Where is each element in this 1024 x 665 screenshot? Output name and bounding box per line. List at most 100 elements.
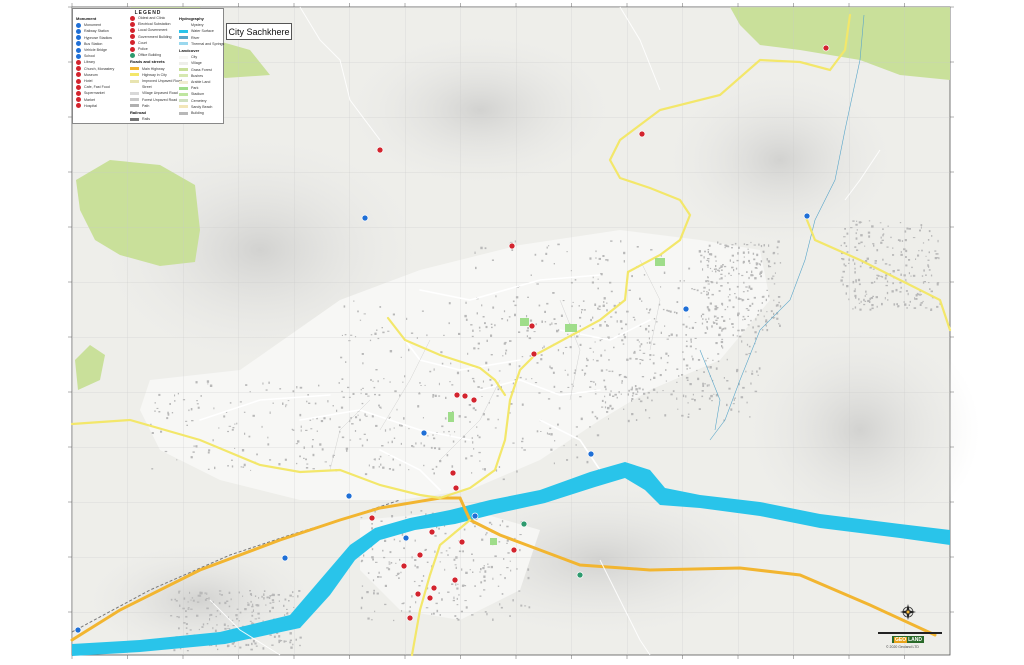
poi-marker-icon[interactable] [368,514,376,522]
poi-marker-icon[interactable] [803,212,811,220]
building [242,466,245,468]
building [360,388,362,391]
poi-marker-icon[interactable] [376,146,384,154]
building [503,310,506,313]
building [715,319,718,321]
building [394,390,397,393]
building [715,307,718,310]
building [245,384,248,386]
building [641,376,645,378]
building [392,313,395,316]
building [859,221,861,223]
poi-marker-icon[interactable] [822,44,830,52]
building [900,253,903,256]
legend-symbol [76,41,81,47]
building [415,601,417,604]
building [897,305,900,308]
poi-marker-icon[interactable] [528,322,536,330]
building [193,445,196,447]
building [582,300,585,302]
legend-symbol [76,47,81,53]
building [772,251,776,254]
poi-marker-icon[interactable] [345,492,353,500]
poi-marker-icon[interactable] [430,584,438,592]
building [579,396,582,398]
building [426,435,429,437]
building [411,445,414,447]
poi-marker-icon[interactable] [451,576,459,584]
building [494,427,497,429]
poi-marker-icon[interactable] [470,396,478,404]
building [269,411,271,414]
building [451,384,454,386]
building [724,247,726,249]
poi-marker-icon[interactable] [453,391,461,399]
poi-marker-icon[interactable] [400,562,408,570]
poi-marker-icon[interactable] [530,350,538,358]
poi-marker-icon[interactable] [428,528,436,536]
poi-marker-icon[interactable] [281,554,289,562]
building [219,613,221,615]
building [256,453,258,456]
poi-marker-icon[interactable] [402,534,410,542]
building [381,445,384,447]
building [408,348,410,352]
building [400,442,402,445]
building [445,550,448,552]
poi-marker-icon[interactable] [426,594,434,602]
building [900,273,902,276]
poi-marker-icon[interactable] [406,614,414,622]
poi-marker-icon[interactable] [510,546,518,554]
poi-marker-icon[interactable] [416,551,424,559]
poi-marker-icon[interactable] [361,214,369,222]
building [890,236,892,239]
building [581,309,583,311]
poi-marker-icon[interactable] [508,242,516,250]
poi-marker-icon[interactable] [682,305,690,313]
building [750,241,752,244]
building [521,447,523,449]
building [484,570,487,573]
building [297,595,299,598]
poi-marker-icon[interactable] [576,571,584,579]
building [393,427,395,429]
poi-marker-icon[interactable] [420,429,428,437]
building [389,428,391,431]
building [452,599,455,602]
poi-marker-icon[interactable] [520,520,528,528]
poi-marker-icon[interactable] [458,538,466,546]
building [567,333,569,336]
poi-marker-icon[interactable] [587,450,595,458]
building [635,393,638,395]
poi-marker-icon[interactable] [452,484,460,492]
building [727,282,729,284]
building [491,259,494,261]
building [487,563,489,565]
building [843,242,846,245]
building [854,262,856,265]
poi-marker-icon[interactable] [461,392,469,400]
building [760,309,762,312]
poi-marker-icon[interactable] [414,590,422,598]
building [292,596,294,598]
building [379,306,382,308]
building [772,275,775,277]
building [420,385,422,386]
building [751,270,753,274]
poi-marker-icon[interactable] [449,469,457,477]
poi-marker-icon[interactable] [471,512,479,520]
building [710,281,713,284]
building [421,580,424,582]
building [747,251,750,254]
building [299,413,302,417]
building [178,627,180,630]
building [283,640,286,643]
building [458,594,460,596]
building [234,423,236,425]
building [384,429,387,432]
poi-marker-icon[interactable] [638,130,646,138]
legend-symbol [76,72,81,78]
building [495,295,497,298]
building [564,369,566,371]
poi-marker-icon[interactable] [74,626,82,634]
